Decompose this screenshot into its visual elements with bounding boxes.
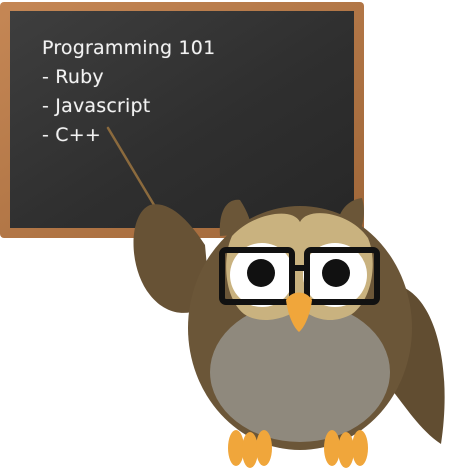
chalkboard-text: Programming 101 - Ruby - Javascript - C+… bbox=[42, 34, 215, 150]
chalk-line-javascript: - Javascript bbox=[42, 95, 151, 117]
chalk-line-title: Programming 101 bbox=[42, 37, 216, 59]
owl-right-pupil bbox=[322, 259, 350, 287]
chalk-line-ruby: - Ruby bbox=[42, 66, 104, 88]
chalk-line-cpp: - C++ bbox=[42, 124, 102, 146]
owl-left-pupil bbox=[247, 259, 275, 287]
owl bbox=[133, 198, 445, 468]
owl-right-foot bbox=[324, 430, 368, 468]
owl-left-foot bbox=[228, 430, 272, 468]
